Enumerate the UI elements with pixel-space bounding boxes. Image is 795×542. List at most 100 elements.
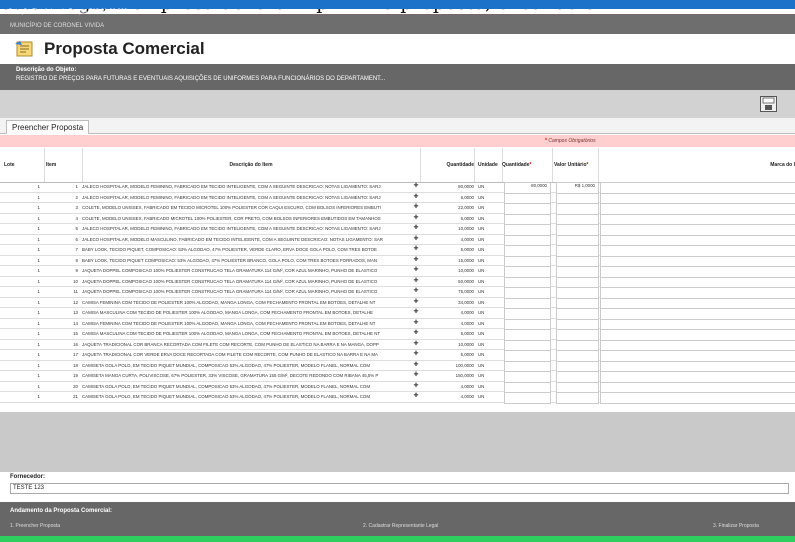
expand-icon[interactable]: ✚: [412, 214, 420, 224]
table-row: 1 1 JALECO HOSPITALAR, MODELO FEMININO, FA…: [0, 182, 795, 194]
cell-descricao: JALECO HOSPITALAR, MODELO FEMININO, FABR…: [82, 184, 381, 189]
cell-lote: 1: [37, 247, 40, 252]
cell-item: 7: [75, 247, 78, 252]
cell-item: 6: [75, 236, 78, 242]
andamento-label: Andamento da Proposta Comercial:: [10, 508, 113, 514]
expand-icon[interactable]: ✚: [412, 287, 420, 297]
cell-unidade: UN: [478, 278, 485, 284]
tab-preencher-proposta[interactable]: Preencher Proposta: [6, 120, 90, 134]
quantidade-input[interactable]: [504, 392, 551, 404]
table-row: 1 17 JAQUETA TRADICIONAL COR VERDE ERVA DO…: [0, 350, 795, 362]
progress-bar: [0, 536, 795, 542]
cell-unidade: UN: [478, 289, 485, 294]
marca-input[interactable]: [600, 392, 795, 404]
cell-quantidade: 15,0000: [458, 257, 474, 263]
cell-item: 2: [75, 194, 78, 200]
expand-icon[interactable]: ✚: [412, 329, 420, 339]
required-note-bar: * Campos Obrigatórios: [0, 135, 795, 147]
table-header: Lote Item Descrição do Item Quantidade U…: [0, 148, 795, 183]
table-row: 1 12 CAMISA FEMININA COM TECIDO DE POLIEST…: [0, 297, 795, 309]
cell-lote: 1: [37, 352, 40, 357]
table-row: 1 19 CAMISETA MANGA CURTA, POLIVISCOSE, 67…: [0, 371, 795, 383]
step-preencher-proposta[interactable]: 1. Preencher Proposta: [10, 523, 60, 529]
cell-descricao: CAMISETA GOLA POLO, EM TECIDO PIQUET MUN…: [82, 362, 370, 368]
cell-unidade: UN: [478, 268, 485, 273]
cell-unidade: UN: [478, 383, 485, 389]
cell-item: 8: [75, 257, 78, 263]
expand-icon[interactable]: ✚: [412, 319, 420, 329]
expand-icon[interactable]: ✚: [412, 182, 420, 192]
cell-descricao: JAQUETA TRADICIONAL COR BRANCA RECORTADA…: [82, 341, 379, 347]
cell-unidade: UN: [478, 226, 485, 231]
cell-quantidade: 100,0000: [455, 362, 474, 368]
cell-quantidade: 10,0000: [458, 268, 474, 273]
table-row: 1 13 CAMISA MASCULINA COM TECIDO DE POLIES…: [0, 308, 795, 320]
cell-quantidade: 34,0000: [458, 299, 474, 305]
expand-icon[interactable]: ✚: [412, 340, 420, 350]
expand-icon[interactable]: ✚: [412, 371, 420, 381]
cell-quantidade: 5,0000: [460, 331, 474, 336]
expand-icon[interactable]: ✚: [412, 392, 420, 402]
table-row: 1 21 CAMISETA GOLA POLO, EM TECIDO PIQUET …: [0, 392, 795, 404]
expand-icon[interactable]: ✚: [412, 224, 420, 234]
col-unidade: Unidade: [476, 148, 503, 182]
cell-descricao: BABY LOOK, TECIDO PIQUET, COMPOSICAO: 53…: [82, 247, 377, 252]
cell-item: 9: [75, 268, 78, 273]
cell-lote: 1: [37, 278, 40, 284]
table-row: 1 5 JALECO HOSPITALAR, MODELO FEMININO, FA…: [0, 224, 795, 236]
col-valor-unitario: Valor Unitário*: [554, 148, 599, 182]
cell-quantidade: 6,0000: [460, 215, 474, 221]
cell-unidade: UN: [478, 299, 485, 305]
expand-icon[interactable]: ✚: [412, 298, 420, 308]
table-row: 1 10 JAQUETA DOPPEL COMPOSICAO 100% POLIES…: [0, 276, 795, 288]
window-title: Cotação Eletrônica de Preços 519.01.00.0…: [8, 9, 128, 15]
cell-unidade: UN: [478, 341, 485, 347]
cell-quantidade: 4,0000: [460, 320, 474, 326]
cell-unidade: UN: [478, 310, 485, 315]
cell-unidade: UN: [478, 247, 485, 252]
col-quantidade-input: Quantidade*: [502, 148, 553, 182]
expand-icon[interactable]: ✚: [412, 235, 420, 245]
cell-unidade: UN: [478, 394, 485, 399]
table-row: 1 11 JAQUETA DOPPEL COMPOSICAO 100% POLIES…: [0, 287, 795, 299]
expand-icon[interactable]: ✚: [412, 277, 420, 287]
cell-descricao: COLETE, MODELO UNISSEX, FABRICADO MICROT…: [82, 215, 381, 221]
cell-lote: 1: [37, 331, 40, 336]
objeto-panel: Descrição do Objeto: REGISTRO DE PREÇOS …: [0, 64, 795, 90]
cell-descricao: BABY LOOK, TECIDO PIQUET COMPOSICAO: 53%…: [82, 257, 378, 263]
cell-item: 17: [73, 352, 78, 357]
cell-unidade: UN: [478, 257, 485, 263]
proposal-table-body: 1 1 JALECO HOSPITALAR, MODELO FEMININO, FA…: [0, 182, 795, 404]
expand-icon[interactable]: ✚: [412, 361, 420, 371]
table-row: 1 16 JAQUETA TRADICIONAL COR BRANCA RECORT…: [0, 339, 795, 351]
expand-icon[interactable]: ✚: [412, 266, 420, 276]
cell-descricao: CAMISA FEMININA COM TECIDO DE POLIESTER …: [82, 299, 376, 305]
fornecedor-field[interactable]: TESTE 123: [10, 483, 789, 494]
expand-icon[interactable]: ✚: [412, 308, 420, 318]
cell-lote: 1: [37, 394, 40, 399]
step-finalizar-proposta[interactable]: 3. Finalizar Proposta: [713, 523, 759, 529]
cell-lote: 1: [37, 257, 40, 263]
cell-lote: 1: [37, 373, 40, 378]
expand-icon[interactable]: ✚: [412, 203, 420, 213]
expand-icon[interactable]: ✚: [412, 256, 420, 266]
expand-icon[interactable]: ✚: [412, 245, 420, 255]
fornecedor-label: Fornecedor:: [10, 474, 46, 480]
tab-bar: Preencher Proposta: [0, 118, 795, 134]
table-row: 1 20 CAMISETA GOLA POLO, EM TECIDO PIQUET …: [0, 381, 795, 393]
cell-lote: 1: [37, 236, 40, 242]
col-lote: Lote: [0, 148, 45, 182]
step-cadastrar-representante[interactable]: 2. Cadastrar Representante Legal: [363, 523, 438, 529]
expand-icon[interactable]: ✚: [412, 350, 420, 360]
cell-descricao: CAMISA MASCULINA COM TECIDO DE POLIESTER…: [82, 331, 381, 336]
cell-descricao: JALECO HOSPITALAR, MODELO FEMININO, FABR…: [82, 226, 381, 231]
valor-unitario-input[interactable]: [556, 392, 599, 404]
cell-quantidade: 80,0000: [458, 184, 474, 189]
expand-icon[interactable]: ✚: [412, 382, 420, 392]
cell-item: 10: [73, 278, 78, 284]
cell-item: 12: [73, 299, 78, 305]
cell-unidade: UN: [478, 194, 485, 200]
save-button[interactable]: [760, 96, 777, 112]
expand-icon[interactable]: ✚: [412, 193, 420, 203]
cell-descricao: COLETE, MODELO UNISSEX, FABRICADO EM TEC…: [82, 205, 381, 210]
